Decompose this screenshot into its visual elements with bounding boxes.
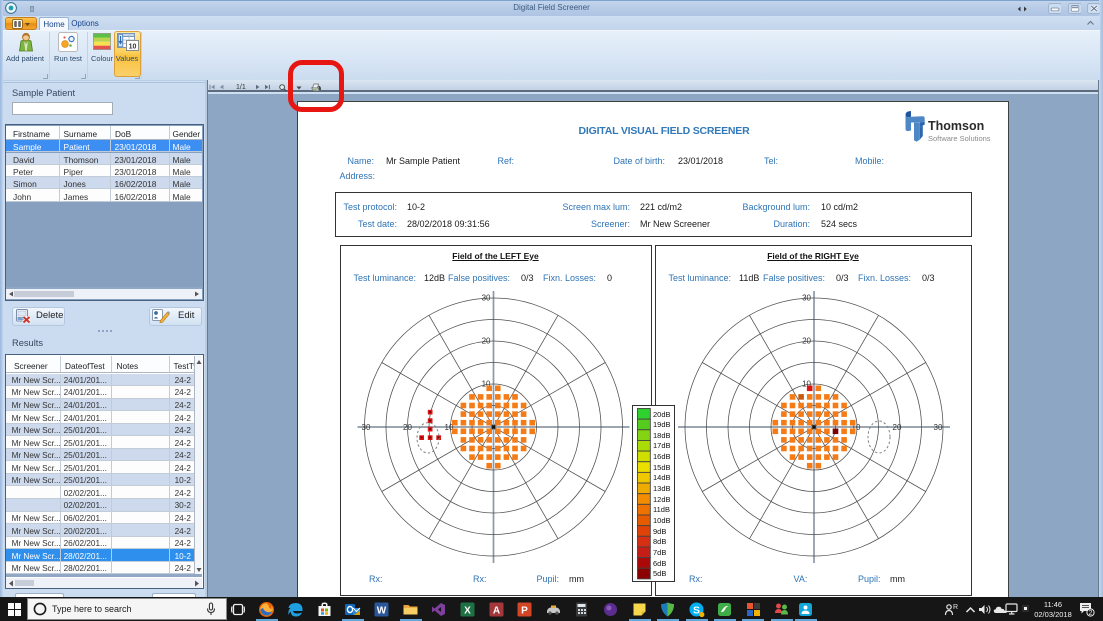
svg-text:X: X	[464, 606, 471, 617]
svg-text:20: 20	[403, 423, 412, 432]
svg-text:30: 30	[802, 294, 811, 303]
svg-text:R: R	[953, 604, 958, 611]
svg-text:20: 20	[482, 337, 491, 346]
svg-text:S: S	[693, 605, 700, 617]
svg-text:2: 2	[1089, 610, 1093, 617]
svg-text:20: 20	[802, 337, 811, 346]
svg-text:10: 10	[129, 44, 137, 51]
svg-text:20: 20	[893, 423, 902, 432]
svg-text:30: 30	[482, 294, 491, 303]
svg-text:W: W	[377, 606, 387, 617]
svg-text:A: A	[493, 606, 500, 617]
svg-text:P: P	[521, 606, 528, 617]
svg-text:30: 30	[362, 423, 371, 432]
svg-text:30: 30	[934, 423, 943, 432]
